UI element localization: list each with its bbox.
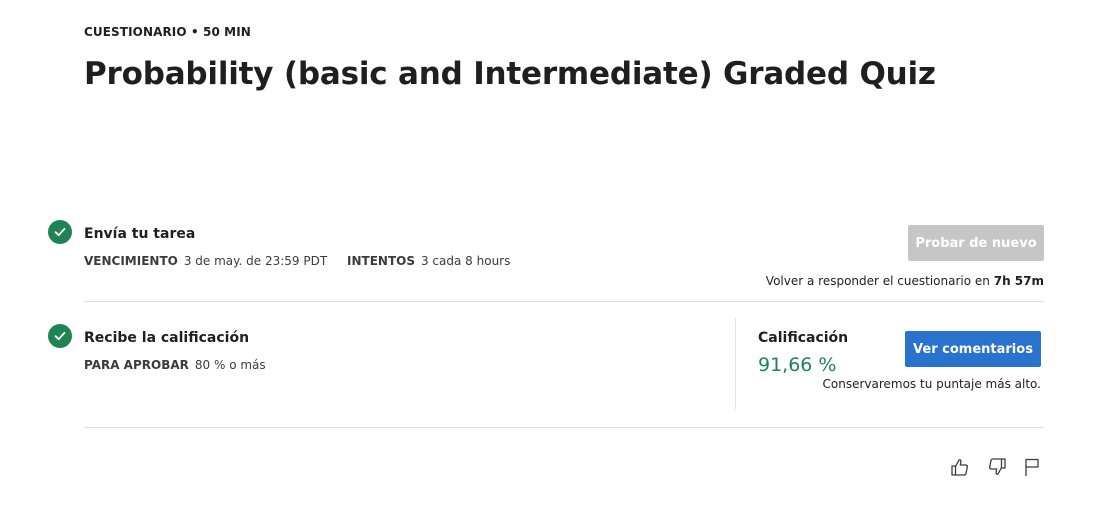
- attempts-value: 3 cada 8 hours: [420, 254, 511, 268]
- retry-note-text: Volver a responder el cuestionario en: [765, 274, 990, 288]
- submit-step-title: Envía tu tarea: [84, 226, 196, 242]
- due-value: 3 de may. de 23:59 PDT: [183, 254, 328, 268]
- thumbs-down-icon[interactable]: [986, 456, 1008, 478]
- check-circle-icon: [48, 324, 72, 348]
- keep-highest-note: Conservaremos tu puntaje más alto.: [822, 377, 1042, 391]
- page-title: Probability (basic and Intermediate) Gra…: [84, 56, 936, 92]
- grade-label: Calificación: [758, 330, 849, 346]
- attempts-label: INTENTOS: [347, 254, 415, 268]
- view-feedback-button[interactable]: Ver comentarios: [905, 331, 1041, 367]
- thumbs-up-icon[interactable]: [949, 456, 971, 478]
- check-circle-icon: [48, 220, 72, 244]
- vertical-divider: [735, 318, 736, 409]
- retry-note-time: 7h 57m: [993, 274, 1044, 288]
- retry-note: Volver a responder el cuestionario en 7h…: [766, 274, 1044, 288]
- pass-value: 80 % o más: [194, 358, 266, 372]
- retry-button[interactable]: Probar de nuevo: [908, 225, 1044, 261]
- pass-label: PARA APROBAR: [84, 358, 189, 372]
- divider: [84, 427, 1044, 428]
- divider: [84, 301, 1044, 302]
- due-label: VENCIMIENTO: [84, 254, 178, 268]
- grade-step-meta: PARA APROBAR 80 % o más: [84, 358, 282, 372]
- quiz-eyebrow: CUESTIONARIO • 50 MIN: [84, 25, 251, 39]
- grade-value: 91,66 %: [758, 354, 837, 376]
- submit-step-meta: VENCIMIENTO 3 de may. de 23:59 PDT INTENT…: [84, 254, 526, 268]
- grade-step-title: Recibe la calificación: [84, 330, 250, 346]
- flag-icon[interactable]: [1021, 456, 1043, 478]
